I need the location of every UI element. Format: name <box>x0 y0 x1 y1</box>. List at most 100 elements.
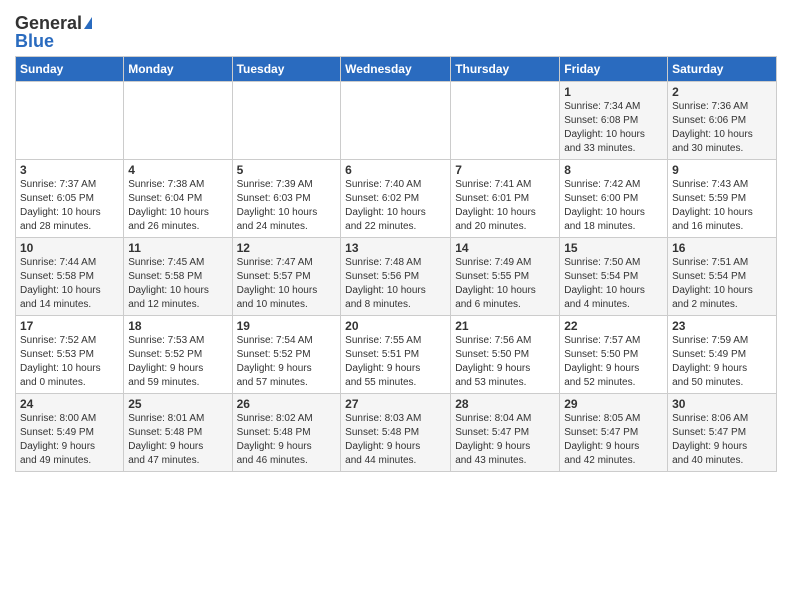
calendar-table: SundayMondayTuesdayWednesdayThursdayFrid… <box>15 56 777 472</box>
day-info: Sunrise: 7:48 AM Sunset: 5:56 PM Dayligh… <box>345 256 446 312</box>
day-info: Sunrise: 7:42 AM Sunset: 6:00 PM Dayligh… <box>564 178 663 234</box>
calendar-cell: 22Sunrise: 7:57 AM Sunset: 5:50 PM Dayli… <box>560 316 668 394</box>
day-info: Sunrise: 7:38 AM Sunset: 6:04 PM Dayligh… <box>128 178 227 234</box>
day-number: 8 <box>564 163 663 177</box>
calendar-cell: 25Sunrise: 8:01 AM Sunset: 5:48 PM Dayli… <box>124 394 232 472</box>
day-number: 24 <box>20 397 119 411</box>
day-info: Sunrise: 7:51 AM Sunset: 5:54 PM Dayligh… <box>672 256 772 312</box>
day-info: Sunrise: 7:39 AM Sunset: 6:03 PM Dayligh… <box>237 178 337 234</box>
calendar-week-row: 3Sunrise: 7:37 AM Sunset: 6:05 PM Daylig… <box>16 160 777 238</box>
day-info: Sunrise: 8:04 AM Sunset: 5:47 PM Dayligh… <box>455 412 555 468</box>
day-number: 2 <box>672 85 772 99</box>
calendar-cell: 18Sunrise: 7:53 AM Sunset: 5:52 PM Dayli… <box>124 316 232 394</box>
day-info: Sunrise: 7:43 AM Sunset: 5:59 PM Dayligh… <box>672 178 772 234</box>
day-number: 25 <box>128 397 227 411</box>
day-info: Sunrise: 7:49 AM Sunset: 5:55 PM Dayligh… <box>455 256 555 312</box>
calendar-cell <box>124 82 232 160</box>
calendar-cell: 20Sunrise: 7:55 AM Sunset: 5:51 PM Dayli… <box>341 316 451 394</box>
day-info: Sunrise: 8:01 AM Sunset: 5:48 PM Dayligh… <box>128 412 227 468</box>
day-info: Sunrise: 7:53 AM Sunset: 5:52 PM Dayligh… <box>128 334 227 390</box>
day-number: 29 <box>564 397 663 411</box>
calendar-cell: 6Sunrise: 7:40 AM Sunset: 6:02 PM Daylig… <box>341 160 451 238</box>
day-number: 26 <box>237 397 337 411</box>
calendar-cell: 12Sunrise: 7:47 AM Sunset: 5:57 PM Dayli… <box>232 238 341 316</box>
calendar-cell: 17Sunrise: 7:52 AM Sunset: 5:53 PM Dayli… <box>16 316 124 394</box>
day-info: Sunrise: 7:40 AM Sunset: 6:02 PM Dayligh… <box>345 178 446 234</box>
column-header-thursday: Thursday <box>451 57 560 82</box>
calendar-cell: 7Sunrise: 7:41 AM Sunset: 6:01 PM Daylig… <box>451 160 560 238</box>
column-header-wednesday: Wednesday <box>341 57 451 82</box>
column-header-monday: Monday <box>124 57 232 82</box>
day-number: 19 <box>237 319 337 333</box>
day-info: Sunrise: 7:45 AM Sunset: 5:58 PM Dayligh… <box>128 256 227 312</box>
calendar-cell <box>341 82 451 160</box>
day-number: 15 <box>564 241 663 255</box>
day-info: Sunrise: 8:02 AM Sunset: 5:48 PM Dayligh… <box>237 412 337 468</box>
day-number: 28 <box>455 397 555 411</box>
day-info: Sunrise: 8:05 AM Sunset: 5:47 PM Dayligh… <box>564 412 663 468</box>
day-number: 12 <box>237 241 337 255</box>
calendar-cell: 21Sunrise: 7:56 AM Sunset: 5:50 PM Dayli… <box>451 316 560 394</box>
calendar-cell: 1Sunrise: 7:34 AM Sunset: 6:08 PM Daylig… <box>560 82 668 160</box>
day-number: 6 <box>345 163 446 177</box>
calendar-cell: 8Sunrise: 7:42 AM Sunset: 6:00 PM Daylig… <box>560 160 668 238</box>
day-number: 18 <box>128 319 227 333</box>
logo-general-text: General <box>15 14 82 32</box>
calendar-cell: 13Sunrise: 7:48 AM Sunset: 5:56 PM Dayli… <box>341 238 451 316</box>
calendar-cell: 26Sunrise: 8:02 AM Sunset: 5:48 PM Dayli… <box>232 394 341 472</box>
calendar-cell: 30Sunrise: 8:06 AM Sunset: 5:47 PM Dayli… <box>668 394 777 472</box>
day-info: Sunrise: 8:00 AM Sunset: 5:49 PM Dayligh… <box>20 412 119 468</box>
day-info: Sunrise: 7:36 AM Sunset: 6:06 PM Dayligh… <box>672 100 772 156</box>
day-number: 9 <box>672 163 772 177</box>
day-number: 22 <box>564 319 663 333</box>
day-info: Sunrise: 7:34 AM Sunset: 6:08 PM Dayligh… <box>564 100 663 156</box>
calendar-week-row: 1Sunrise: 7:34 AM Sunset: 6:08 PM Daylig… <box>16 82 777 160</box>
calendar-week-row: 10Sunrise: 7:44 AM Sunset: 5:58 PM Dayli… <box>16 238 777 316</box>
logo: General Blue <box>15 14 92 50</box>
day-info: Sunrise: 7:47 AM Sunset: 5:57 PM Dayligh… <box>237 256 337 312</box>
day-number: 23 <box>672 319 772 333</box>
day-info: Sunrise: 7:59 AM Sunset: 5:49 PM Dayligh… <box>672 334 772 390</box>
day-number: 4 <box>128 163 227 177</box>
day-info: Sunrise: 7:55 AM Sunset: 5:51 PM Dayligh… <box>345 334 446 390</box>
day-number: 16 <box>672 241 772 255</box>
day-info: Sunrise: 7:54 AM Sunset: 5:52 PM Dayligh… <box>237 334 337 390</box>
calendar-cell <box>451 82 560 160</box>
column-header-sunday: Sunday <box>16 57 124 82</box>
calendar-cell: 19Sunrise: 7:54 AM Sunset: 5:52 PM Dayli… <box>232 316 341 394</box>
day-info: Sunrise: 8:06 AM Sunset: 5:47 PM Dayligh… <box>672 412 772 468</box>
day-number: 10 <box>20 241 119 255</box>
day-number: 17 <box>20 319 119 333</box>
calendar-cell: 15Sunrise: 7:50 AM Sunset: 5:54 PM Dayli… <box>560 238 668 316</box>
logo-blue-text: Blue <box>15 32 54 50</box>
column-header-friday: Friday <box>560 57 668 82</box>
page-header: General Blue <box>15 10 777 50</box>
calendar-cell: 10Sunrise: 7:44 AM Sunset: 5:58 PM Dayli… <box>16 238 124 316</box>
calendar-header-row: SundayMondayTuesdayWednesdayThursdayFrid… <box>16 57 777 82</box>
day-info: Sunrise: 7:56 AM Sunset: 5:50 PM Dayligh… <box>455 334 555 390</box>
column-header-saturday: Saturday <box>668 57 777 82</box>
day-info: Sunrise: 7:44 AM Sunset: 5:58 PM Dayligh… <box>20 256 119 312</box>
column-header-tuesday: Tuesday <box>232 57 341 82</box>
calendar-cell: 3Sunrise: 7:37 AM Sunset: 6:05 PM Daylig… <box>16 160 124 238</box>
day-number: 1 <box>564 85 663 99</box>
day-number: 30 <box>672 397 772 411</box>
calendar-week-row: 17Sunrise: 7:52 AM Sunset: 5:53 PM Dayli… <box>16 316 777 394</box>
calendar-cell: 29Sunrise: 8:05 AM Sunset: 5:47 PM Dayli… <box>560 394 668 472</box>
day-info: Sunrise: 7:37 AM Sunset: 6:05 PM Dayligh… <box>20 178 119 234</box>
calendar-cell <box>16 82 124 160</box>
calendar-cell: 2Sunrise: 7:36 AM Sunset: 6:06 PM Daylig… <box>668 82 777 160</box>
calendar-cell <box>232 82 341 160</box>
day-number: 13 <box>345 241 446 255</box>
day-number: 5 <box>237 163 337 177</box>
calendar-cell: 27Sunrise: 8:03 AM Sunset: 5:48 PM Dayli… <box>341 394 451 472</box>
calendar-cell: 14Sunrise: 7:49 AM Sunset: 5:55 PM Dayli… <box>451 238 560 316</box>
calendar-cell: 28Sunrise: 8:04 AM Sunset: 5:47 PM Dayli… <box>451 394 560 472</box>
calendar-cell: 16Sunrise: 7:51 AM Sunset: 5:54 PM Dayli… <box>668 238 777 316</box>
calendar-cell: 24Sunrise: 8:00 AM Sunset: 5:49 PM Dayli… <box>16 394 124 472</box>
day-info: Sunrise: 7:57 AM Sunset: 5:50 PM Dayligh… <box>564 334 663 390</box>
logo-icon <box>84 17 92 29</box>
day-number: 20 <box>345 319 446 333</box>
day-info: Sunrise: 8:03 AM Sunset: 5:48 PM Dayligh… <box>345 412 446 468</box>
calendar-week-row: 24Sunrise: 8:00 AM Sunset: 5:49 PM Dayli… <box>16 394 777 472</box>
